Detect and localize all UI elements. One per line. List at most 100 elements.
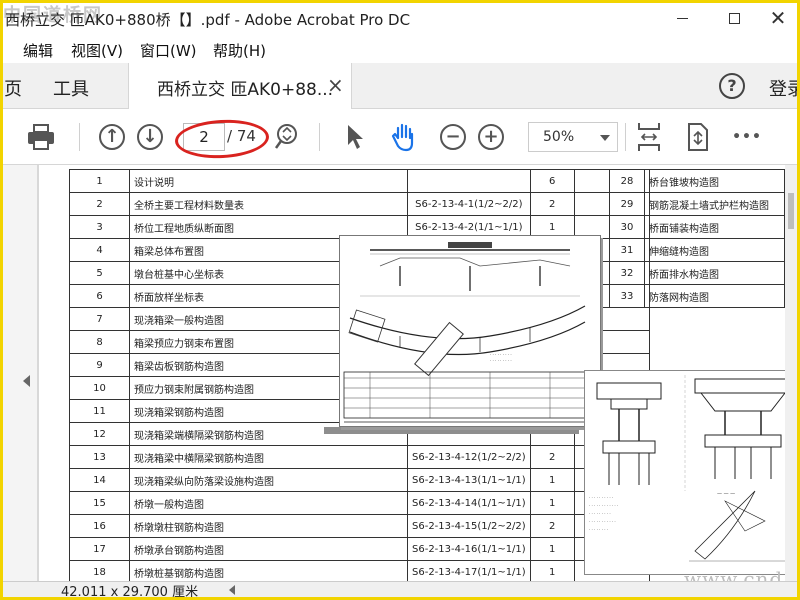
more-icon: ••• bbox=[732, 129, 762, 145]
zoom-out-icon: − bbox=[440, 124, 466, 150]
svg-text:· · · · · · · ·: · · · · · · · · bbox=[589, 527, 608, 532]
chevron-left-icon bbox=[23, 375, 30, 387]
table-row: 28 桥台锥坡构造图 bbox=[609, 169, 785, 193]
pier-drawing: — — — · · · · · · · · · · · · · · · · · … bbox=[589, 375, 797, 562]
document-area[interactable]: 1 设计说明 6 2 全桥主要工程材料数量表 S6-2-13-4-1(1/2~2/2) 2 3… bbox=[3, 165, 797, 581]
drawing-code: S6-2-13-4-13(1/1~1/1) bbox=[407, 468, 531, 492]
toolbar-separator bbox=[625, 123, 626, 151]
drawing-code: S6-2-13-4-12(1/2~2/2) bbox=[407, 445, 531, 469]
vertical-scrollbar[interactable] bbox=[785, 165, 797, 581]
menu-bar: 编辑 视图(V) 窗口(W) 帮助(H) bbox=[3, 33, 797, 63]
svg-text:· · · · · · · · · · · ·: · · · · · · · · · · · · bbox=[589, 503, 618, 508]
row-number: 18 bbox=[69, 560, 130, 581]
row-number: 2 bbox=[69, 192, 130, 216]
scrollbar-thumb[interactable] bbox=[788, 193, 794, 229]
menu-help[interactable]: 帮助(H) bbox=[213, 40, 266, 61]
zoom-in-button[interactable]: + bbox=[475, 121, 507, 153]
menu-edit[interactable]: 编辑 bbox=[23, 40, 53, 61]
menu-window[interactable]: 窗口(W) bbox=[140, 40, 197, 61]
zoom-select[interactable]: 50% bbox=[528, 122, 618, 152]
row-number: 12 bbox=[69, 422, 130, 446]
scroll-left-arrow-icon[interactable] bbox=[229, 585, 235, 595]
print-button[interactable] bbox=[25, 121, 57, 153]
row-number: 30 bbox=[609, 215, 645, 239]
previous-page-button[interactable]: ↑ bbox=[96, 121, 128, 153]
tab-home[interactable]: 页 bbox=[4, 75, 22, 101]
row-number: 11 bbox=[69, 399, 130, 423]
drawing-name: 全桥主要工程材料数量表 bbox=[129, 192, 408, 216]
svg-text:· · · · · · · · · ·: · · · · · · · · · · bbox=[589, 495, 613, 500]
drawing-name: 现浇箱梁中横隔梁钢筋构造图 bbox=[129, 445, 408, 469]
hand-tool-button[interactable] bbox=[388, 121, 420, 153]
row-number: 3 bbox=[69, 215, 130, 239]
tab-close-icon[interactable]: × bbox=[327, 73, 344, 97]
bridge-layout-drawing: · · · · · · · · · · · · · · · · · · bbox=[343, 242, 597, 423]
fit-page-icon bbox=[638, 123, 660, 151]
table-row: 29 钢筋混凝土墙式护栏构造图 bbox=[609, 192, 785, 216]
chevron-down-icon bbox=[600, 135, 610, 141]
hand-icon bbox=[391, 123, 414, 152]
table-row: 14 现浇箱梁纵向防落梁设施构造图 S6-2-13-4-13(1/1~1/1) 1 bbox=[69, 468, 650, 492]
table-row: 30 桥面铺装构造图 bbox=[609, 215, 785, 239]
zoom-out-button[interactable]: − bbox=[437, 121, 469, 153]
row-number: 29 bbox=[609, 192, 645, 216]
page-count: 1 bbox=[529, 491, 575, 515]
row-number: 1 bbox=[69, 169, 130, 193]
drawing-code: S6-2-13-4-1(1/2~2/2) bbox=[407, 192, 531, 216]
rotate-page-button[interactable] bbox=[681, 121, 713, 153]
minimize-button[interactable] bbox=[659, 3, 705, 33]
row-number: 33 bbox=[609, 284, 645, 308]
zoom-value: 50% bbox=[543, 129, 575, 145]
page-count: 1 bbox=[529, 537, 575, 561]
tab-document-label: 西桥立交 匝AK0+88... bbox=[157, 80, 334, 100]
menu-view[interactable]: 视图(V) bbox=[71, 40, 123, 61]
toolbar-separator bbox=[319, 123, 320, 151]
row-number: 5 bbox=[69, 261, 130, 285]
table-row: 13 现浇箱梁中横隔梁钢筋构造图 S6-2-13-4-12(1/2~2/2) 2 bbox=[69, 445, 650, 469]
drawing-name: 桥面排水构造图 bbox=[644, 261, 785, 285]
page-count: 1 bbox=[529, 468, 575, 492]
row-number: 15 bbox=[69, 491, 130, 515]
left-panel-toggle[interactable] bbox=[3, 165, 37, 581]
next-page-button[interactable]: ↓ bbox=[134, 121, 166, 153]
page-count: 2 bbox=[529, 192, 575, 216]
table-row: 1 设计说明 6 bbox=[69, 169, 650, 193]
tab-document[interactable]: 西桥立交 匝AK0+88... × bbox=[128, 63, 352, 109]
row-number: 17 bbox=[69, 537, 130, 561]
tab-tools[interactable]: 工具 bbox=[53, 75, 89, 101]
drawing-name: 桥台锥坡构造图 bbox=[644, 169, 785, 193]
drawing-name: 设计说明 bbox=[129, 169, 408, 193]
table-row: 16 桥墩墩柱钢筋构造图 S6-2-13-4-15(1/2~2/2) 2 bbox=[69, 514, 650, 538]
drawing-code: S6-2-13-4-16(1/1~1/1) bbox=[407, 537, 531, 561]
help-icon[interactable]: ? bbox=[719, 73, 745, 99]
row-number: 9 bbox=[69, 353, 130, 377]
more-tools-button[interactable]: ••• bbox=[731, 121, 763, 153]
drawing-name: 现浇箱梁纵向防落梁设施构造图 bbox=[129, 468, 408, 492]
zoom-tool-button[interactable] bbox=[271, 121, 303, 153]
page-dimensions: 42.011 x 29.700 厘米 bbox=[61, 585, 199, 600]
fit-page-button[interactable] bbox=[633, 121, 665, 153]
drawing-name: 桥墩桩基钢筋构造图 bbox=[129, 560, 408, 581]
svg-text:· · · · · · · · ·: · · · · · · · · · bbox=[589, 511, 611, 516]
close-window-button[interactable]: ✕ bbox=[755, 3, 800, 33]
svg-text:· · · · · · · · ·: · · · · · · · · · bbox=[490, 352, 512, 357]
print-icon bbox=[28, 124, 54, 150]
row-number: 10 bbox=[69, 376, 130, 400]
close-icon: ✕ bbox=[769, 6, 787, 30]
select-tool-button[interactable] bbox=[339, 121, 371, 153]
zoom-fit-icon bbox=[274, 124, 297, 149]
table-row: 15 桥墩一般构造图 S6-2-13-4-14(1/1~1/1) 1 bbox=[69, 491, 650, 515]
row-number: 31 bbox=[609, 238, 645, 262]
drawing-name: 桥面铺装构造图 bbox=[644, 215, 785, 239]
table-row: 17 桥墩承台钢筋构造图 S6-2-13-4-16(1/1~1/1) 1 bbox=[69, 537, 650, 561]
svg-text:· · · · · · · · · · ·: · · · · · · · · · · · bbox=[589, 519, 616, 524]
sign-in-link[interactable]: 登录 bbox=[769, 75, 800, 101]
cursor-arrow-icon bbox=[348, 125, 363, 149]
svg-text:· · · · · · · · ·: · · · · · · · · · bbox=[490, 358, 512, 363]
drawing-name: 防落网构造图 bbox=[644, 284, 785, 308]
drawing-thumbnail-shadow bbox=[324, 427, 579, 434]
tab-bar: 页 工具 西桥立交 匝AK0+88... × ? 登录 bbox=[3, 63, 800, 109]
maximize-button[interactable] bbox=[711, 3, 757, 33]
row-number: 32 bbox=[609, 261, 645, 285]
row-number: 16 bbox=[69, 514, 130, 538]
